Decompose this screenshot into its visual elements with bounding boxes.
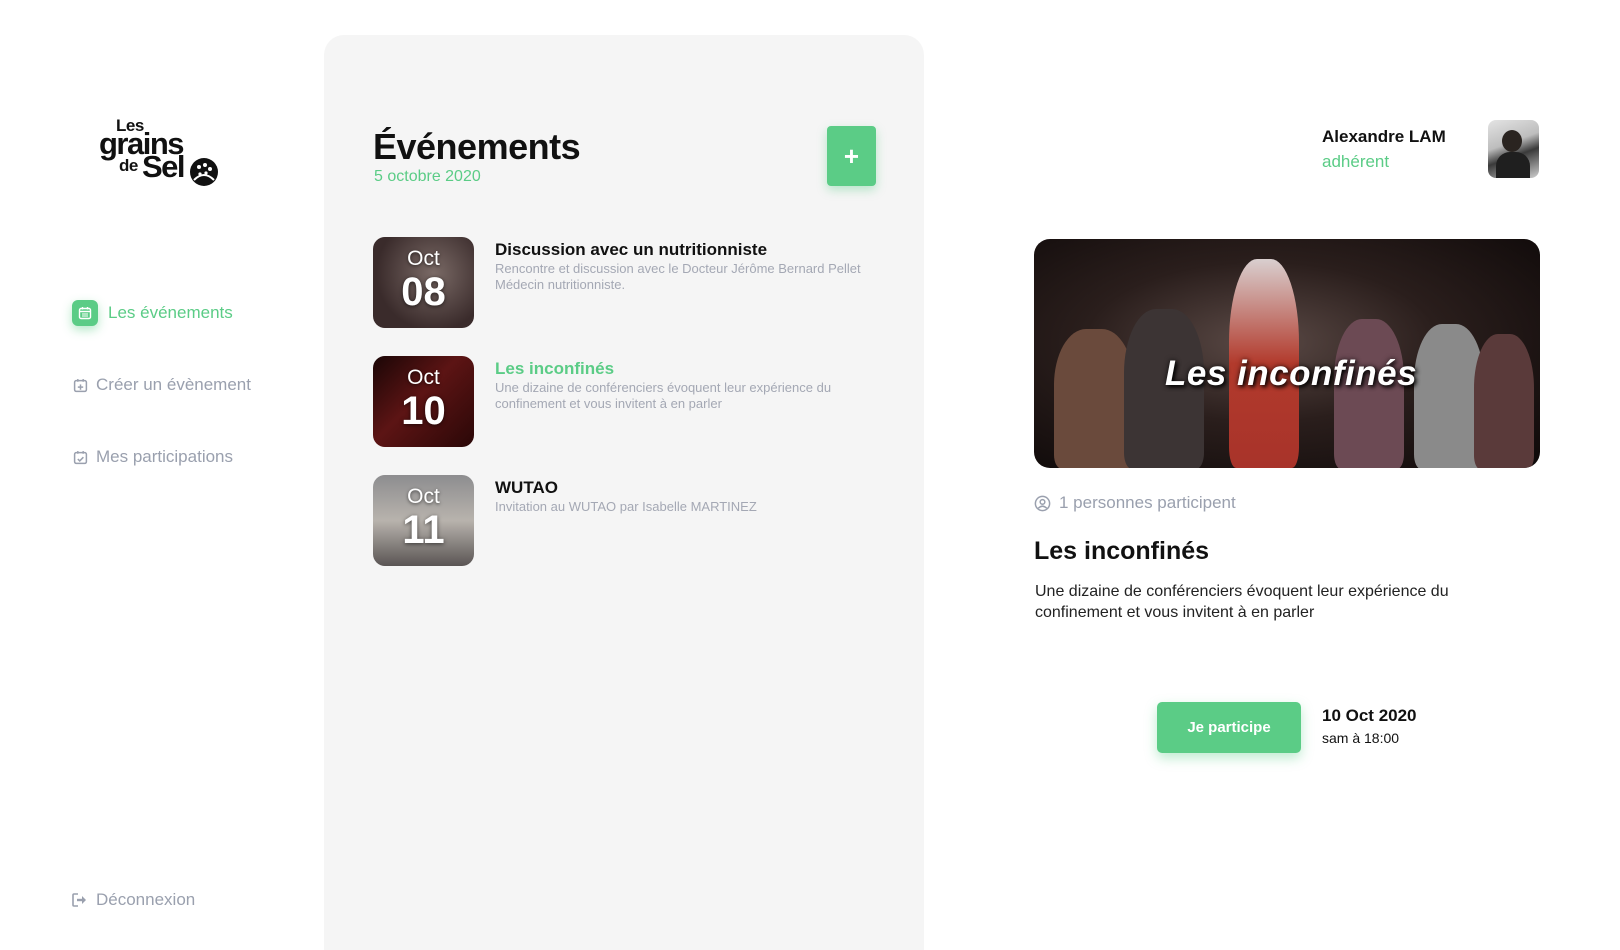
event-detail-description: Une dizaine de conférenciers évoquent le…	[1035, 583, 1449, 621]
event-month: Oct	[407, 366, 440, 389]
event-day: 10	[401, 389, 446, 433]
event-title: Discussion avec un nutritionniste	[495, 240, 768, 259]
events-panel: Événements 5 octobre 2020 + Oct 08 Discu…	[324, 35, 924, 950]
participants-label: 1 personnes participent	[1059, 493, 1236, 512]
sidebar-item-label: Créer un évènement	[96, 375, 251, 394]
hero-figure-shape	[1054, 329, 1134, 468]
event-description: Rencontre et discussion avec le Docteur …	[495, 261, 861, 292]
calendar-plus-icon	[72, 377, 88, 393]
add-event-button[interactable]: +	[827, 126, 876, 186]
logout-label: Déconnexion	[96, 890, 196, 909]
sidebar-item-label: Mes participations	[96, 447, 234, 466]
event-thumbnail: Oct 10	[373, 356, 474, 447]
participants-count: 1 personnes participent	[1034, 493, 1236, 513]
avatar-body-shape	[1496, 152, 1530, 178]
event-detail-title: Les inconfinés	[1034, 537, 1210, 565]
logout-button[interactable]: Déconnexion	[72, 890, 195, 910]
event-title: WUTAO	[495, 478, 558, 497]
event-image: Les inconfinés	[1034, 239, 1540, 468]
logo[interactable]: Les grains de Sel	[99, 116, 224, 186]
user-role: adhérent	[1322, 152, 1390, 171]
event-list-item[interactable]: Oct 10 Les inconfinés Une dizaine de con…	[373, 356, 873, 448]
user-name: Alexandre LAM	[1322, 127, 1446, 146]
event-thumbnail: Oct 08	[373, 237, 474, 328]
event-title: Les inconfinés	[495, 359, 615, 378]
event-thumbnail: Oct 11	[373, 475, 474, 566]
event-detail-date: 10 Oct 2020	[1322, 706, 1417, 725]
event-day: 11	[402, 508, 445, 552]
sidebar-item-label: Les événements	[108, 303, 233, 322]
current-date: 5 octobre 2020	[374, 168, 481, 185]
logo-mark-icon	[190, 158, 218, 186]
calendar-check-icon	[72, 449, 88, 465]
event-month: Oct	[407, 485, 440, 508]
event-list-item[interactable]: Oct 08 Discussion avec un nutritionniste…	[373, 237, 873, 329]
event-list-item[interactable]: Oct 11 WUTAO Invitation au WUTAO par Isa…	[373, 475, 873, 567]
sidebar-item-my-participations[interactable]: Mes participations	[72, 447, 233, 467]
avatar-head-shape	[1502, 130, 1522, 152]
event-detail-time: sam à 18:00	[1322, 730, 1400, 746]
avatar[interactable]	[1488, 120, 1539, 178]
event-day: 08	[401, 270, 446, 314]
event-description: Invitation au WUTAO par Isabelle MARTINE…	[495, 499, 757, 514]
logout-icon	[72, 892, 88, 908]
sidebar: Les grains de Sel Les événements Créer u…	[0, 0, 324, 950]
event-image-caption: Les inconfinés	[1165, 354, 1418, 393]
join-button[interactable]: Je participe	[1157, 702, 1301, 753]
page-title: Événements	[373, 126, 581, 167]
event-month: Oct	[407, 247, 440, 270]
user-circle-icon	[1034, 495, 1051, 511]
logo-text-sel: Sel	[142, 149, 186, 184]
sidebar-item-create-event[interactable]: Créer un évènement	[72, 375, 251, 395]
hero-figure-shape	[1474, 334, 1534, 468]
calendar-icon	[72, 300, 98, 326]
sidebar-item-events[interactable]: Les événements	[72, 300, 233, 326]
event-description: Une dizaine de conférenciers évoquent le…	[495, 380, 832, 411]
logo-text-de: de	[119, 156, 138, 175]
